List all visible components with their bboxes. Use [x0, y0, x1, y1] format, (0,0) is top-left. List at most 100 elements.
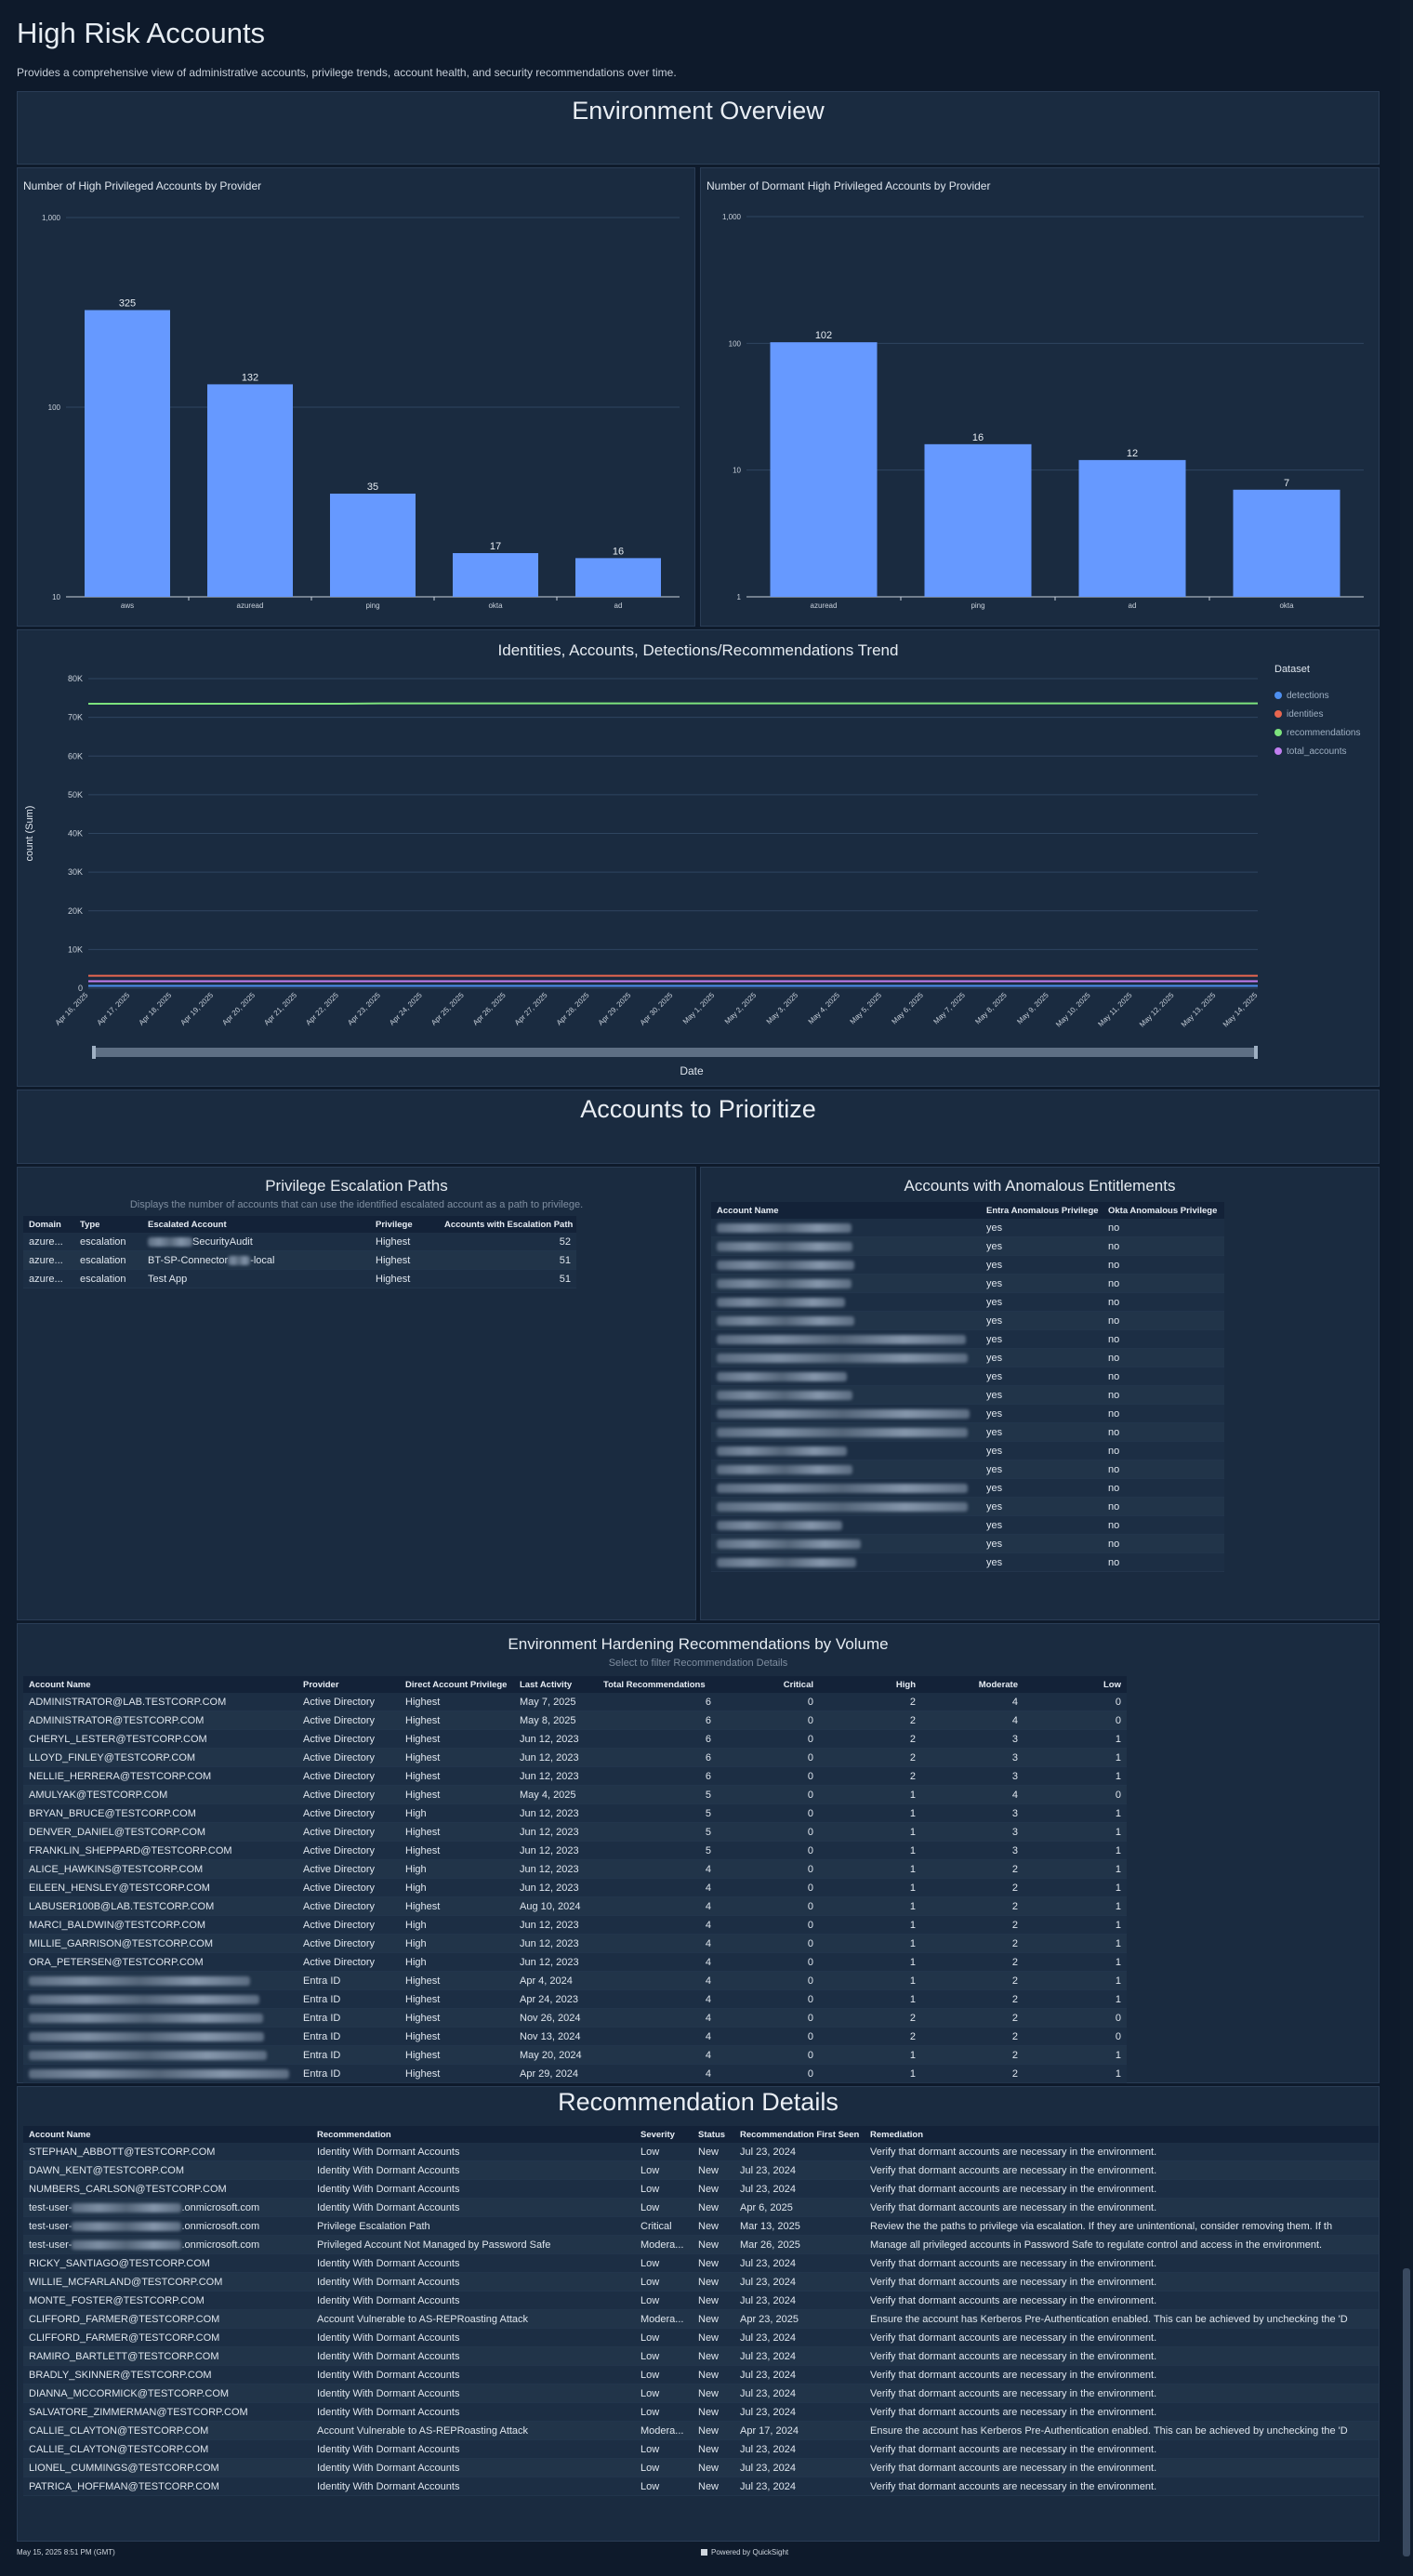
table-row[interactable]: yes no — [711, 1219, 1224, 1237]
column-header[interactable]: Recommendation — [311, 2126, 635, 2143]
trend-chart[interactable]: Identities, Accounts, Detections/Recomme… — [17, 629, 1380, 1087]
table-row[interactable]: yes no — [711, 1255, 1224, 1275]
bar[interactable] — [1233, 489, 1340, 597]
column-header[interactable]: Escalated Account — [142, 1216, 370, 1233]
column-header[interactable]: Critical — [717, 1676, 819, 1693]
column-header[interactable]: Account Name — [23, 2126, 311, 2143]
table-row[interactable]: MARCI_BALDWIN@TESTCORP.COM Active Directo… — [23, 1915, 1127, 1935]
column-header[interactable]: Accounts with Escalation Path — [439, 1216, 576, 1233]
table-row[interactable]: test-user- .onmicrosoft.com Privileged Acc… — [23, 2235, 1379, 2254]
table-row[interactable]: EILEEN_HENSLEY@TESTCORP.COM Active Direct… — [23, 1878, 1127, 1897]
table-row[interactable]: azure... escalation Test App Highest 51 — [23, 1269, 576, 1288]
legend-item-recommendations[interactable]: recommendations — [1274, 723, 1360, 742]
table-row[interactable]: yes no — [711, 1404, 1224, 1423]
table-row[interactable]: ADMINISTRATOR@LAB.TESTCORP.COM Active Dir… — [23, 1693, 1127, 1711]
column-header[interactable]: Direct Account Privilege — [400, 1676, 514, 1693]
bar[interactable] — [575, 558, 661, 597]
table-row[interactable]: ALICE_HAWKINS@TESTCORP.COM Active Directo… — [23, 1859, 1127, 1879]
legend-item-total-accounts[interactable]: total_accounts — [1274, 742, 1360, 760]
range-slider-handle-right[interactable] — [1254, 1046, 1258, 1059]
table-row[interactable]: AMULYAK@TESTCORP.COM Active Directory High… — [23, 1785, 1127, 1804]
table-row[interactable]: ORA_PETERSEN@TESTCORP.COM Active Director… — [23, 1952, 1127, 1972]
column-header[interactable]: Total Recommendations — [598, 1676, 717, 1693]
table-row[interactable]: ADMINISTRATOR@TESTCORP.COM Active Directo… — [23, 1711, 1127, 1730]
table-row[interactable]: DIANNA_MCCORMICK@TESTCORP.COM Identity Wi… — [23, 2384, 1379, 2403]
table-row[interactable]: FRANKLIN_SHEPPARD@TESTCORP.COM Active Dir… — [23, 1841, 1127, 1860]
table-row[interactable]: BRADLY_SKINNER@TESTCORP.COM Identity With… — [23, 2365, 1379, 2384]
table-row[interactable]: test-user- .onmicrosoft.com Privilege Esca… — [23, 2216, 1379, 2236]
table-row[interactable]: DAWN_KENT@TESTCORP.COM Identity With Dorm… — [23, 2160, 1379, 2180]
table-row[interactable]: LABUSER100B@LAB.TESTCORP.COM Active Direc… — [23, 1896, 1127, 1916]
table-row[interactable]: yes no — [711, 1441, 1224, 1460]
bar[interactable] — [1078, 459, 1186, 597]
range-slider[interactable] — [92, 1048, 1258, 1057]
table-row[interactable]: Entra ID Highest May 20, 2024 4 0 1 2 1 — [23, 2045, 1127, 2065]
column-header[interactable]: Account Name — [711, 1202, 981, 1219]
table-row[interactable]: test-user- .onmicrosoft.com Identity With … — [23, 2198, 1379, 2217]
table-row[interactable]: yes no — [711, 1460, 1224, 1479]
table-row[interactable]: yes no — [711, 1497, 1224, 1516]
table-row[interactable]: SALVATORE_ZIMMERMAN@TESTCORP.COM Identity… — [23, 2402, 1379, 2422]
table-row[interactable]: LLOYD_FINLEY@TESTCORP.COM Active Director… — [23, 1748, 1127, 1767]
bar[interactable] — [924, 443, 1032, 597]
table-row[interactable]: yes no — [711, 1515, 1224, 1535]
table-row[interactable]: yes no — [711, 1534, 1224, 1553]
column-header[interactable]: Last Activity — [514, 1676, 598, 1693]
table-row[interactable]: CALLIE_CLAYTON@TESTCORP.COM Account Vulne… — [23, 2421, 1379, 2440]
table-row[interactable]: CLIFFORD_FARMER@TESTCORP.COM Account Vuln… — [23, 2309, 1379, 2329]
table-row[interactable]: WILLIE_MCFARLAND@TESTCORP.COM Identity Wi… — [23, 2272, 1379, 2292]
legend-item-identities[interactable]: identities — [1274, 705, 1360, 723]
table-row[interactable]: azure... escalation BT-SP-Connector -loca… — [23, 1250, 576, 1270]
bar[interactable] — [85, 310, 170, 597]
table-row[interactable]: yes no — [711, 1292, 1224, 1312]
table-row[interactable]: RICKY_SANTIAGO@TESTCORP.COM Identity With… — [23, 2253, 1379, 2273]
table-row[interactable]: NUMBERS_CARLSON@TESTCORP.COM Identity Wit… — [23, 2179, 1379, 2199]
column-header[interactable]: Entra Anomalous Privilege — [981, 1202, 1103, 1219]
table-row[interactable]: yes no — [711, 1385, 1224, 1405]
table-row[interactable]: yes no — [711, 1236, 1224, 1256]
table-row[interactable]: CLIFFORD_FARMER@TESTCORP.COM Identity Wit… — [23, 2328, 1379, 2347]
column-header[interactable]: Provider — [297, 1676, 400, 1693]
table-row[interactable]: yes no — [711, 1348, 1224, 1367]
bar[interactable] — [453, 552, 538, 597]
table-row[interactable]: Entra ID Highest Nov 26, 2024 4 0 2 2 0 — [23, 2008, 1127, 2028]
table-row[interactable]: yes no — [711, 1478, 1224, 1498]
table-row[interactable]: azure... escalation SecurityAudit Highes… — [23, 1233, 576, 1251]
range-slider-handle-left[interactable] — [92, 1046, 96, 1059]
table-row[interactable]: yes no — [711, 1311, 1224, 1330]
column-header[interactable]: Okta Anomalous Privilege — [1103, 1202, 1224, 1219]
table-row[interactable]: CHERYL_LESTER@TESTCORP.COM Active Directo… — [23, 1729, 1127, 1749]
table-row[interactable]: yes no — [711, 1329, 1224, 1349]
column-header[interactable]: High — [819, 1676, 921, 1693]
table-row[interactable]: yes no — [711, 1367, 1224, 1386]
table-row[interactable]: yes no — [711, 1422, 1224, 1442]
table-row[interactable]: Entra ID Highest Apr 4, 2024 4 0 1 2 1 — [23, 1971, 1127, 1990]
table-row[interactable]: NELLIE_HERRERA@TESTCORP.COM Active Direct… — [23, 1766, 1127, 1786]
table-row[interactable]: LIONEL_CUMMINGS@TESTCORP.COM Identity Wit… — [23, 2458, 1379, 2477]
table-row[interactable]: CALLIE_CLAYTON@TESTCORP.COM Identity With… — [23, 2439, 1379, 2459]
table-row[interactable]: yes no — [711, 1552, 1224, 1572]
table-row[interactable]: yes no — [711, 1274, 1224, 1293]
table-row[interactable]: Entra ID Highest Apr 24, 2023 4 0 1 2 1 — [23, 1989, 1127, 2009]
column-header[interactable]: Remediation — [865, 2126, 1379, 2143]
table-row[interactable]: PATRICA_HOFFMAN@TESTCORP.COM Identity Wit… — [23, 2477, 1379, 2496]
column-header[interactable]: Severity — [635, 2126, 693, 2143]
scrollbar-thumb[interactable] — [1403, 2268, 1410, 2556]
table-row[interactable]: Entra ID Highest Apr 29, 2024 4 0 1 2 1 — [23, 2064, 1127, 2083]
table-row[interactable]: Entra ID Highest Nov 13, 2024 4 0 2 2 0 — [23, 2027, 1127, 2046]
column-header[interactable]: Type — [74, 1216, 142, 1233]
table-row[interactable]: BRYAN_BRUCE@TESTCORP.COM Active Directory… — [23, 1803, 1127, 1823]
dormant-accounts-chart[interactable]: Number of Dormant High Privileged Accoun… — [700, 167, 1380, 627]
column-header[interactable]: Domain — [23, 1216, 74, 1233]
bar[interactable] — [330, 494, 416, 597]
bar[interactable] — [770, 342, 878, 597]
high-privileged-accounts-chart[interactable]: Number of High Privileged Accounts by Pr… — [17, 167, 695, 627]
column-header[interactable]: Low — [1023, 1676, 1127, 1693]
column-header[interactable]: Recommendation First Seen — [734, 2126, 865, 2143]
column-header[interactable]: Status — [693, 2126, 734, 2143]
column-header[interactable]: Privilege — [370, 1216, 439, 1233]
page-scrollbar[interactable] — [1400, 0, 1413, 2576]
table-row[interactable]: DENVER_DANIEL@TESTCORP.COM Active Directo… — [23, 1822, 1127, 1842]
column-header[interactable]: Moderate — [921, 1676, 1023, 1693]
legend-item-detections[interactable]: detections — [1274, 686, 1360, 705]
